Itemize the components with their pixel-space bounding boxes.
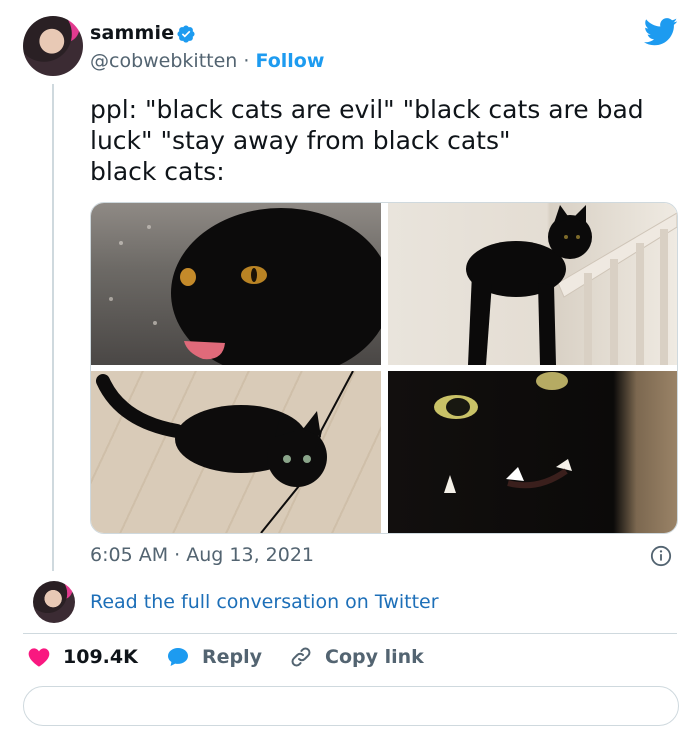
divider	[23, 633, 677, 634]
author-avatar[interactable]	[23, 16, 83, 76]
tweet-photo-4[interactable]	[388, 371, 677, 533]
photo-3-illustration	[96, 371, 354, 533]
timestamp-separator: ·	[174, 544, 181, 566]
reply-button[interactable]: Reply	[166, 645, 262, 669]
heart-icon	[28, 648, 50, 667]
tweet-timestamp[interactable]: 6:05 AM · Aug 13, 2021	[90, 544, 314, 566]
handle-separator: ·	[243, 50, 250, 72]
thread-line	[52, 84, 54, 571]
like-count: 109.4K	[63, 646, 138, 668]
info-icon[interactable]	[650, 545, 672, 567]
photo-2-illustration	[466, 205, 677, 365]
tweet-photo-2[interactable]	[388, 203, 677, 365]
read-conversation-link[interactable]: Read the full conversation on Twitter	[90, 591, 439, 613]
photo-1-illustration	[109, 208, 381, 365]
twitter-bird-icon[interactable]	[644, 18, 678, 46]
tweet-photo-1[interactable]	[91, 203, 381, 365]
photo-4-illustration	[434, 372, 572, 493]
author-handle-row: @cobwebkitten · Follow	[90, 50, 324, 72]
author-handle[interactable]: @cobwebkitten	[90, 50, 237, 72]
tweet-time: 6:05 AM	[90, 544, 169, 566]
follow-button[interactable]: Follow	[255, 50, 324, 72]
embedded-tweet-card: sammie @cobwebkitten · Follow ppl: "blac…	[0, 0, 700, 748]
like-button[interactable]: 109.4K	[27, 645, 138, 669]
reply-label: Reply	[202, 646, 263, 668]
reply-bubble-icon	[168, 648, 188, 666]
tweet-text: ppl: "black cats are evil" "black cats a…	[90, 95, 644, 186]
read-replies-box[interactable]	[23, 686, 679, 726]
tweet-photo-3[interactable]	[91, 371, 381, 533]
copy-link-label: Copy link	[325, 646, 424, 668]
author-name[interactable]: sammie	[90, 22, 174, 44]
verified-badge-icon	[177, 25, 195, 43]
link-icon	[291, 647, 311, 667]
tweet-photo-grid	[90, 202, 678, 534]
conversation-avatar[interactable]	[33, 581, 75, 623]
tweet-date: Aug 13, 2021	[186, 544, 314, 566]
copy-link-button[interactable]: Copy link	[289, 645, 424, 669]
